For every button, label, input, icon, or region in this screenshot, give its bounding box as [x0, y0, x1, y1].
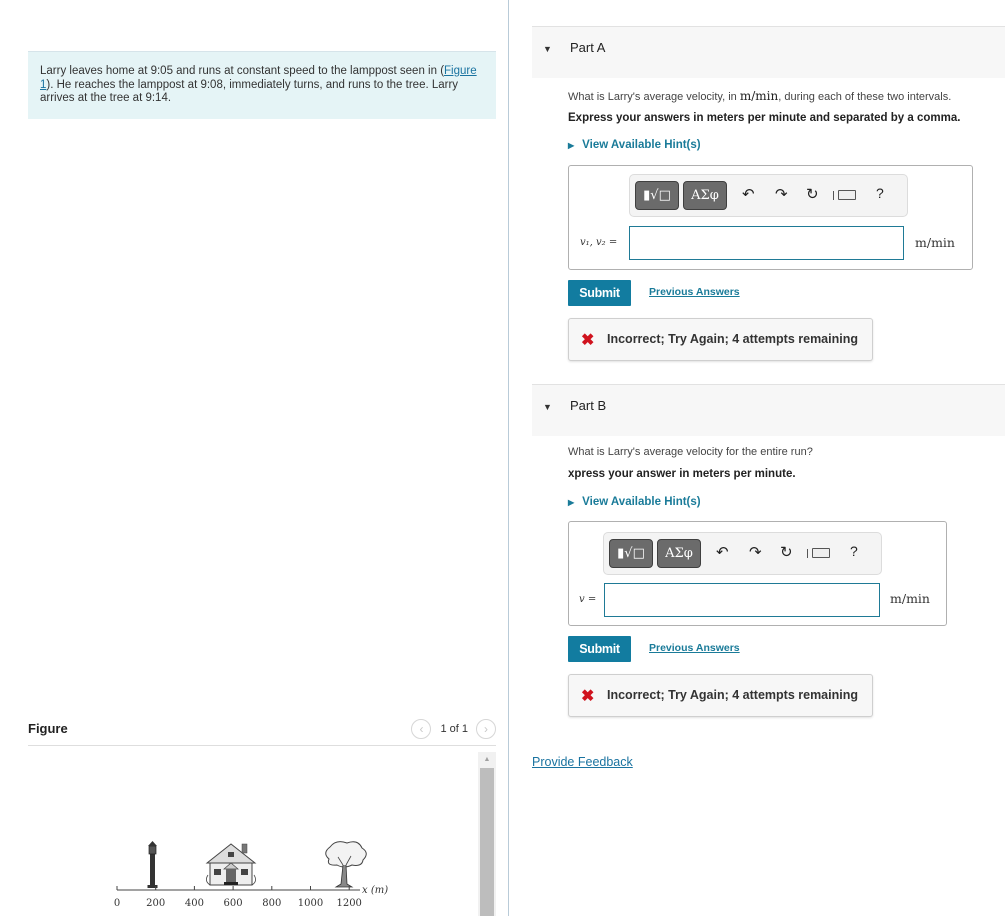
part-a-previous-answers-link[interactable]: Previous Answers: [649, 286, 740, 298]
scrollbar-thumb[interactable]: [480, 768, 494, 916]
part-b-feedback: ✖ Incorrect; Try Again; 4 attempts remai…: [568, 674, 873, 717]
questions-panel: ▼ Part A What is Larry's average velocit…: [509, 0, 1005, 916]
axis-tick-label: 200: [146, 898, 165, 909]
unit-label: m/min: [890, 591, 930, 606]
part-a-header[interactable]: ▼ Part A: [532, 26, 1005, 78]
part-b-answer-input[interactable]: [604, 583, 880, 617]
collapse-triangle-icon: ▼: [543, 44, 552, 54]
math-toolbar: ▮√□ ΑΣφ ↶ ↷ ↻ ?: [603, 532, 882, 575]
axis-tick-label: 600: [224, 898, 243, 909]
toolbar-separator: [807, 549, 808, 558]
undo-icon[interactable]: ↶: [742, 185, 755, 203]
figure-title: Figure: [28, 721, 68, 736]
expand-triangle-icon: ▶: [568, 498, 575, 507]
part-b-hint-toggle[interactable]: ▶ View Available Hint(s): [568, 496, 701, 508]
part-b-instruction: xpress your answer in meters per minute.: [568, 468, 796, 480]
part-b-answer-box: ▮√□ ΑΣφ ↶ ↷ ↻ ? v = m/min: [568, 521, 947, 626]
variable-label: v =: [579, 594, 597, 605]
figure-image: 0 200 400 600 800 1000 1200 x (m): [114, 841, 388, 909]
part-a-answer-input[interactable]: [629, 226, 904, 260]
figure-scrollbar[interactable]: ▲: [478, 752, 496, 916]
help-button[interactable]: ?: [876, 185, 884, 201]
scroll-up-arrow-icon[interactable]: ▲: [478, 752, 496, 766]
part-a-instruction: Express your answers in meters per minut…: [568, 112, 961, 124]
unit-label: m/min: [915, 235, 955, 250]
reset-icon[interactable]: ↻: [780, 543, 793, 561]
problem-statement: Larry leaves home at 9:05 and runs at co…: [28, 51, 496, 119]
part-a-answer-box: ▮√□ ΑΣφ ↶ ↷ ↻ ? v₁, v₂ = m/min: [568, 165, 973, 270]
chevron-left-icon: ‹: [419, 722, 424, 736]
problem-panel: Larry leaves home at 9:05 and runs at co…: [0, 0, 509, 916]
greek-symbols-button[interactable]: ΑΣφ: [683, 181, 727, 210]
tree-icon: [325, 841, 367, 888]
chevron-right-icon: ›: [484, 722, 488, 736]
problem-text-2: ). He reaches the lamppost at 9:08, imme…: [40, 78, 459, 105]
undo-icon[interactable]: ↶: [716, 543, 729, 561]
templates-button[interactable]: ▮√□: [635, 181, 679, 210]
lamppost-icon: [147, 841, 158, 888]
figure-pager: ‹ 1 of 1 ›: [411, 719, 496, 739]
provide-feedback-link[interactable]: Provide Feedback: [532, 755, 633, 769]
part-b-question: What is Larry's average velocity for the…: [568, 446, 813, 458]
expand-triangle-icon: ▶: [568, 141, 575, 150]
keyboard-icon[interactable]: [838, 190, 856, 200]
keyboard-icon[interactable]: [812, 548, 830, 558]
templates-button[interactable]: ▮√□: [609, 539, 653, 568]
house-icon: [205, 843, 257, 886]
feedback-message: Incorrect; Try Again; 4 attempts remaini…: [607, 332, 858, 346]
incorrect-x-icon: ✖: [581, 332, 595, 349]
greek-symbols-button[interactable]: ΑΣφ: [657, 539, 701, 568]
axis-tick-label: 400: [185, 898, 204, 909]
part-b-header[interactable]: ▼ Part B: [532, 384, 1005, 436]
feedback-message: Incorrect; Try Again; 4 attempts remaini…: [607, 688, 858, 702]
axis-tick-label: 800: [262, 898, 281, 909]
figure-prev-button[interactable]: ‹: [411, 719, 432, 739]
figure-header: Figure ‹ 1 of 1 ›: [28, 719, 496, 739]
help-button[interactable]: ?: [850, 543, 858, 559]
axis-tick-label: 1000: [298, 898, 323, 909]
axis-tick-label: 1200: [336, 898, 361, 909]
part-b-title: Part B: [570, 398, 607, 413]
reset-icon[interactable]: ↻: [806, 185, 819, 203]
figure-page-indicator: 1 of 1: [440, 723, 468, 735]
redo-icon[interactable]: ↷: [775, 185, 788, 203]
problem-text-1: Larry leaves home at 9:05 and runs at co…: [40, 65, 445, 77]
toolbar-separator: [833, 191, 834, 200]
part-a-title: Part A: [570, 40, 606, 55]
part-b-previous-answers-link[interactable]: Previous Answers: [649, 642, 740, 654]
figure-divider: [28, 745, 496, 746]
part-a-hint-toggle[interactable]: ▶ View Available Hint(s): [568, 139, 701, 151]
part-a-question: What is Larry's average velocity, in m/m…: [568, 89, 952, 103]
part-a-feedback: ✖ Incorrect; Try Again; 4 attempts remai…: [568, 318, 873, 361]
axis-label: x (m): [362, 885, 388, 896]
variable-label: v₁, v₂ =: [580, 237, 618, 248]
part-a-submit-button[interactable]: Submit: [568, 280, 631, 306]
math-toolbar: ▮√□ ΑΣφ ↶ ↷ ↻ ?: [629, 174, 908, 217]
axis-tick-label: 0: [114, 898, 120, 909]
figure-next-button[interactable]: ›: [476, 719, 496, 739]
part-b-submit-button[interactable]: Submit: [568, 636, 631, 662]
redo-icon[interactable]: ↷: [749, 543, 762, 561]
collapse-triangle-icon: ▼: [543, 402, 552, 412]
incorrect-x-icon: ✖: [581, 688, 595, 705]
